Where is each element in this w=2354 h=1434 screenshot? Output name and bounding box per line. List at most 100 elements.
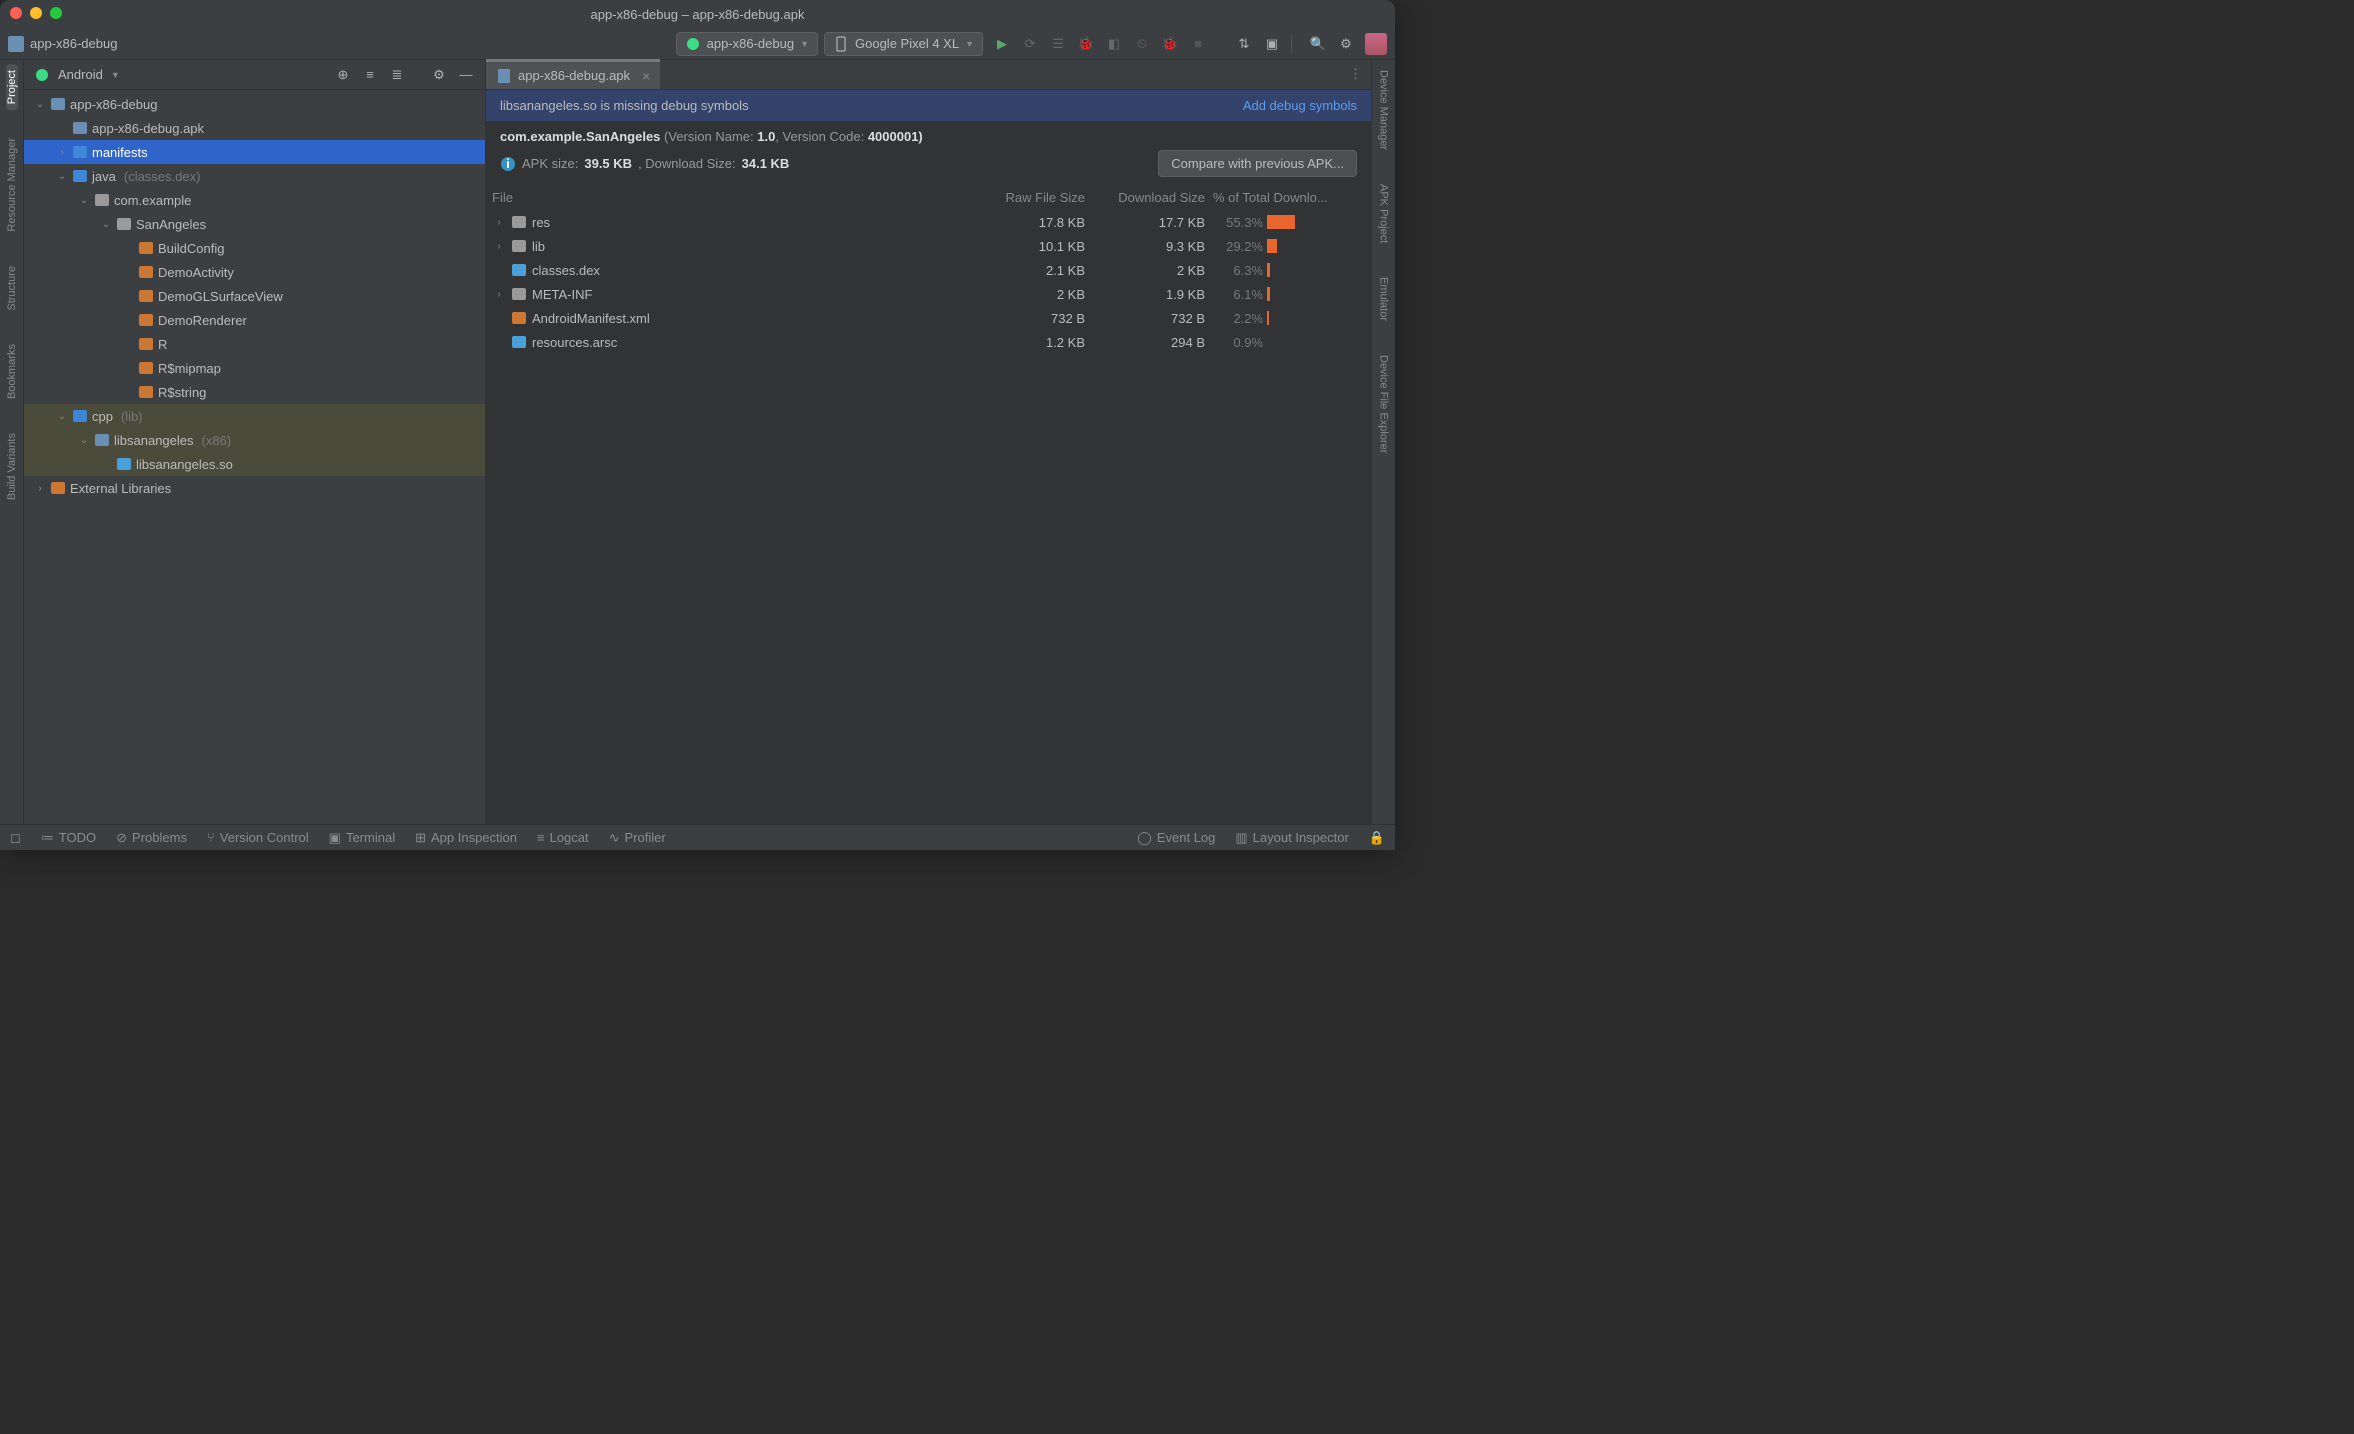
attach-debugger-icon[interactable]: 🐞 (1161, 35, 1179, 53)
table-row[interactable]: ›META-INF2 KB1.9 KB6.1% (486, 282, 1371, 306)
close-icon[interactable] (10, 7, 22, 19)
search-icon[interactable]: 🔍 (1309, 35, 1327, 53)
tool-build-variants[interactable]: Build Variants (6, 427, 18, 506)
tool-apk-project[interactable]: APK Project (1378, 178, 1390, 249)
expand-icon[interactable]: › (56, 147, 68, 158)
hide-panel-icon[interactable]: — (457, 66, 475, 84)
device-label: Google Pixel 4 XL (855, 36, 959, 51)
expand-icon[interactable]: › (492, 241, 506, 252)
table-row[interactable]: ›res17.8 KB17.7 KB55.3% (486, 210, 1371, 234)
tool-device-manager[interactable]: Device Manager (1378, 64, 1390, 156)
editor-tab[interactable]: app-x86-debug.apk × (486, 59, 660, 89)
tool-window-quick-icon[interactable]: ◻ (10, 830, 21, 846)
profiler-icon[interactable]: ⏲ (1133, 35, 1151, 53)
close-tab-icon[interactable]: × (642, 68, 650, 84)
table-row[interactable]: ›lib10.1 KB9.3 KB29.2% (486, 234, 1371, 258)
maximize-icon[interactable] (50, 7, 62, 19)
col-pct[interactable]: % of Total Downlo... (1205, 190, 1365, 205)
col-file[interactable]: File (492, 190, 975, 205)
todo-button[interactable]: ≔ TODO (41, 830, 96, 846)
apk-contents-table[interactable]: File Raw File Size Download Size % of To… (486, 186, 1371, 506)
tool-bookmarks[interactable]: Bookmarks (6, 338, 18, 405)
tool-project[interactable]: Project (6, 64, 18, 110)
app-inspection-button[interactable]: ⊞ App Inspection (415, 830, 517, 846)
expand-all-icon[interactable]: ≡ (361, 66, 379, 84)
settings-icon[interactable]: ⚙ (1337, 35, 1355, 53)
rerun-icon[interactable]: ⟳ (1021, 35, 1039, 53)
chevron-down-icon[interactable]: ▼ (111, 70, 120, 80)
tree-row[interactable]: ⌄app-x86-debug (24, 92, 485, 116)
coverage-icon[interactable]: ◧ (1105, 35, 1123, 53)
tree-row[interactable]: DemoActivity (24, 260, 485, 284)
user-avatar[interactable] (1365, 33, 1387, 55)
tool-structure[interactable]: Structure (6, 260, 18, 317)
collapse-all-icon[interactable]: ≣ (388, 66, 406, 84)
select-opened-icon[interactable]: ⊕ (334, 66, 352, 84)
table-row[interactable]: resources.arsc1.2 KB294 B0.9% (486, 330, 1371, 354)
vcs-button[interactable]: ⑂ Version Control (207, 830, 309, 845)
tree-row[interactable]: R$mipmap (24, 356, 485, 380)
gear-icon[interactable]: ⚙ (430, 66, 448, 84)
minimize-icon[interactable] (30, 7, 42, 19)
expand-icon[interactable]: ⌄ (34, 99, 46, 110)
tree-row[interactable]: DemoRenderer (24, 308, 485, 332)
tree-row[interactable]: R$string (24, 380, 485, 404)
svg-text:i: i (506, 156, 510, 171)
tree-row[interactable]: R (24, 332, 485, 356)
tree-row[interactable]: BuildConfig (24, 236, 485, 260)
titlebar[interactable]: app-x86-debug – app-x86-debug.apk (0, 0, 1395, 28)
dl-size: 9.3 KB (1085, 239, 1205, 254)
project-view-label[interactable]: Android (58, 67, 103, 82)
tree-row[interactable]: DemoGLSurfaceView (24, 284, 485, 308)
device-combo[interactable]: Google Pixel 4 XL ▼ (824, 32, 983, 56)
problems-button[interactable]: ⊘ Problems (116, 830, 187, 846)
expand-icon[interactable]: ⌄ (56, 171, 68, 182)
pct-text: 55.3% (1213, 215, 1263, 230)
compare-apk-button[interactable]: Compare with previous APK... (1158, 150, 1357, 177)
tree-row[interactable]: › External Libraries (24, 476, 485, 500)
event-log-button[interactable]: ◯ Event Log (1137, 830, 1215, 846)
breadcrumb[interactable]: app-x86-debug (8, 36, 117, 52)
lock-icon[interactable]: 🔒 (1369, 830, 1385, 846)
layout-inspector-button[interactable]: ▥ Layout Inspector (1235, 830, 1348, 846)
stop-icon[interactable]: ■ (1189, 35, 1207, 53)
table-row[interactable]: AndroidManifest.xml732 B732 B2.2% (486, 306, 1371, 330)
col-dl[interactable]: Download Size (1085, 190, 1205, 205)
tree-row[interactable]: ›manifests (24, 140, 485, 164)
tree-row[interactable]: ⌄libsanangeles(x86) (24, 428, 485, 452)
more-icon[interactable]: ⋮ (1349, 66, 1363, 82)
run-icon[interactable]: ▶ (993, 35, 1011, 53)
col-raw[interactable]: Raw File Size (975, 190, 1085, 205)
profiler-button[interactable]: ∿ Profiler (609, 830, 666, 846)
expand-icon[interactable]: ⌄ (78, 195, 90, 206)
raw-size: 17.8 KB (975, 215, 1085, 230)
tree-row[interactable]: ⌄java(classes.dex) (24, 164, 485, 188)
expand-icon[interactable]: ⌄ (56, 411, 68, 422)
expand-icon[interactable]: › (492, 289, 506, 300)
tree-row[interactable]: ⌄SanAngeles (24, 212, 485, 236)
tree-row[interactable]: app-x86-debug.apk (24, 116, 485, 140)
run-config-combo[interactable]: app-x86-debug ▼ (676, 32, 818, 56)
project-tree[interactable]: ⌄app-x86-debugapp-x86-debug.apk›manifest… (24, 90, 485, 824)
logcat-button[interactable]: ≡ Logcat (537, 830, 589, 845)
expand-icon[interactable]: › (34, 483, 46, 494)
terminal-button[interactable]: ▣ Terminal (329, 830, 395, 846)
table-row[interactable]: classes.dex2.1 KB2 KB6.3% (486, 258, 1371, 282)
tree-row[interactable]: ⌄com.example (24, 188, 485, 212)
tool-device-file-explorer[interactable]: Device File Explorer (1378, 349, 1390, 459)
expand-icon[interactable]: › (492, 217, 506, 228)
window-title: app-x86-debug – app-x86-debug.apk (591, 7, 805, 22)
tree-label: External Libraries (70, 481, 171, 496)
tree-row[interactable]: libsanangeles.so (24, 452, 485, 476)
expand-icon[interactable]: ⌄ (100, 219, 112, 230)
sync-icon[interactable]: ⇅ (1235, 35, 1253, 53)
tree-label: libsanangeles (114, 433, 194, 448)
add-debug-symbols-link[interactable]: Add debug symbols (1243, 98, 1357, 113)
debug-icon[interactable]: 🐞 (1077, 35, 1095, 53)
apply-changes-icon[interactable]: ☰ (1049, 35, 1067, 53)
tree-row[interactable]: ⌄cpp(lib) (24, 404, 485, 428)
avd-icon[interactable]: ▣ (1263, 35, 1281, 53)
tool-resource-manager[interactable]: Resource Manager (6, 132, 18, 238)
tool-emulator[interactable]: Emulator (1378, 271, 1390, 327)
expand-icon[interactable]: ⌄ (78, 435, 90, 446)
